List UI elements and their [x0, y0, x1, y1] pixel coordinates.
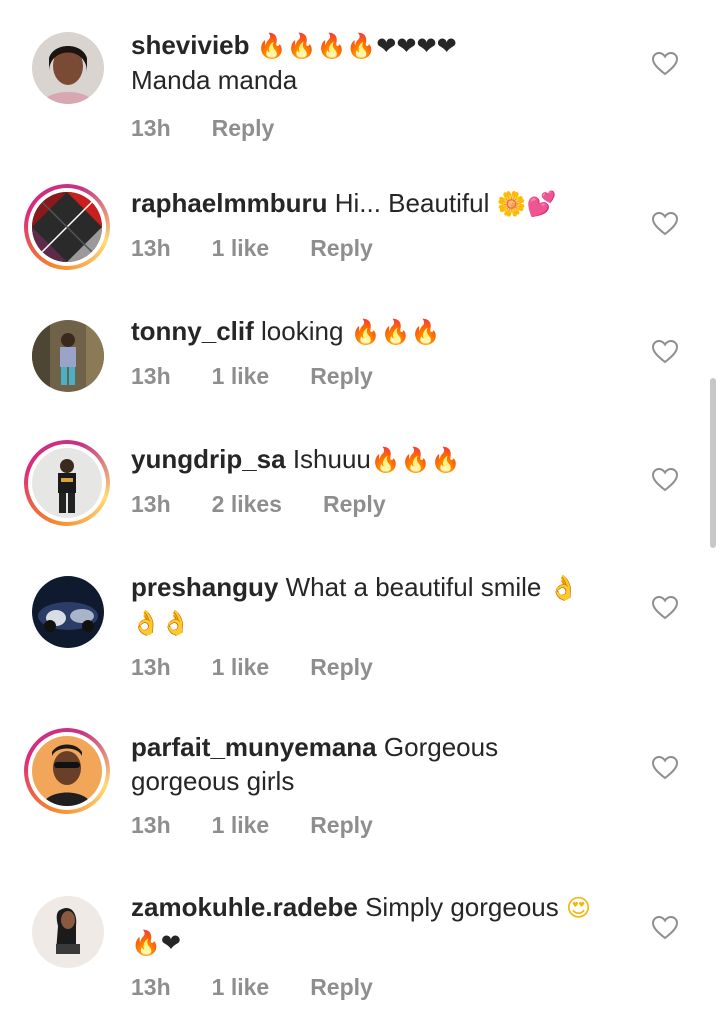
comment-meta: 13h 1 like Reply: [131, 970, 611, 1004]
user-photo-icon: [32, 448, 102, 518]
heart-icon[interactable]: [652, 52, 678, 76]
avatar[interactable]: [32, 320, 104, 392]
comment-emoji: 🔥❤: [131, 929, 181, 957]
comment-time: 13h: [131, 235, 171, 261]
comment-time: 13h: [131, 654, 171, 680]
comment-username[interactable]: tonny_clif: [131, 316, 254, 346]
heart-icon[interactable]: [652, 468, 678, 492]
comment-username[interactable]: preshanguy: [131, 572, 278, 602]
comment-emoji: 👌👌: [131, 609, 191, 637]
heart-icon[interactable]: [652, 340, 678, 364]
comment-username[interactable]: raphaelmmburu: [131, 188, 328, 218]
like-count[interactable]: 1 like: [212, 650, 270, 684]
heart-icon[interactable]: [652, 212, 678, 236]
comment-username[interactable]: parfait_munyemana: [131, 732, 377, 762]
user-photo-icon: [32, 320, 104, 392]
avatar[interactable]: [32, 896, 104, 968]
comment-meta: 13h 1 like Reply: [131, 231, 611, 265]
avatar[interactable]: [32, 32, 104, 104]
reply-button[interactable]: Reply: [323, 487, 386, 521]
reply-button[interactable]: Reply: [212, 111, 275, 145]
heart-icon[interactable]: [652, 756, 678, 780]
like-count[interactable]: 1 like: [212, 970, 270, 1004]
comment-text: Ishuuu: [292, 444, 371, 474]
comment-meta: 13h 1 like Reply: [131, 359, 611, 393]
avatar[interactable]: [32, 576, 104, 648]
comment-text: looking: [261, 316, 344, 346]
avatar[interactable]: [24, 184, 110, 270]
like-count[interactable]: 2 likes: [212, 487, 282, 521]
like-count[interactable]: 1 like: [212, 359, 270, 393]
comment-text: Hi... Beautiful: [334, 188, 490, 218]
comment-text: Simply gorgeous: [365, 892, 559, 922]
user-photo-icon: [32, 192, 102, 262]
scrollbar[interactable]: [710, 378, 716, 548]
reply-button[interactable]: Reply: [310, 650, 373, 684]
comment-username[interactable]: yungdrip_sa: [131, 444, 286, 474]
reply-button[interactable]: Reply: [310, 970, 373, 1004]
comment-emoji: 🔥🔥🔥🔥❤❤❤❤: [256, 32, 457, 60]
reply-button[interactable]: Reply: [310, 231, 373, 265]
user-photo-icon: [32, 576, 104, 648]
heart-icon[interactable]: [652, 596, 678, 620]
comment-username[interactable]: zamokuhle.radebe: [131, 892, 358, 922]
avatar[interactable]: [24, 728, 110, 814]
comment-emoji: 😍: [565, 894, 592, 922]
comment-meta: 13h 2 likes Reply: [131, 487, 611, 521]
user-photo-icon: [32, 32, 104, 104]
comment-text: Gorgeous: [383, 732, 499, 762]
comment-emoji: 🌼💕: [496, 190, 557, 218]
comment-text: gorgeous girls: [131, 766, 295, 796]
reply-button[interactable]: Reply: [310, 808, 373, 842]
reply-button[interactable]: Reply: [310, 359, 373, 393]
comment-emoji: 🔥🔥🔥: [350, 318, 441, 346]
comment-time: 13h: [131, 115, 171, 141]
comment-emoji: 👌: [548, 574, 579, 602]
comment-time: 13h: [131, 812, 171, 838]
comment-text: Manda manda: [131, 65, 298, 95]
user-photo-icon: [32, 736, 102, 806]
comment-username[interactable]: shevivieb: [131, 30, 250, 60]
like-count[interactable]: 1 like: [212, 808, 270, 842]
like-count[interactable]: 1 like: [212, 231, 270, 265]
comment-time: 13h: [131, 491, 171, 517]
comment-meta: 13h 1 like Reply: [131, 808, 611, 842]
comment-time: 13h: [131, 363, 171, 389]
comment-text: What a beautiful smile: [285, 572, 542, 602]
comment-emoji: 🔥🔥🔥: [370, 446, 461, 474]
comment-meta: 13h Reply: [131, 111, 611, 145]
comment-meta: 13h 1 like Reply: [131, 650, 611, 684]
user-photo-icon: [32, 896, 104, 968]
heart-icon[interactable]: [652, 916, 678, 940]
avatar[interactable]: [24, 440, 110, 526]
comment-time: 13h: [131, 974, 171, 1000]
